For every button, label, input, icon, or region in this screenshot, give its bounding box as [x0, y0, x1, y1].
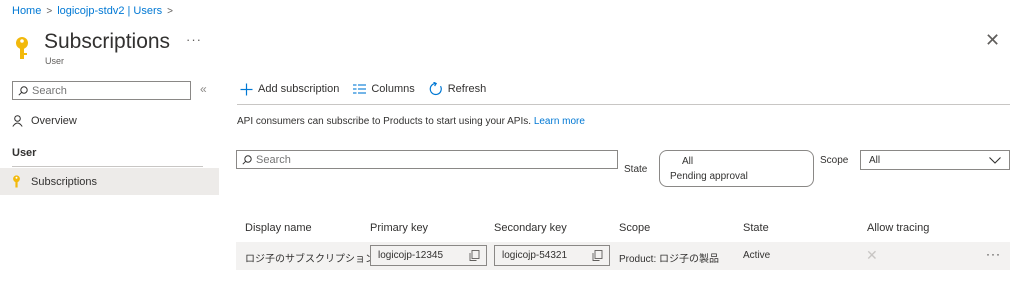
state-cell: Active [743, 250, 771, 261]
chevron-down-icon [989, 156, 1001, 164]
sidebar-item-overview[interactable]: Overview [12, 112, 77, 130]
state-option-all[interactable]: All [670, 154, 803, 169]
key-icon [16, 37, 28, 59]
key-icon [13, 175, 20, 188]
refresh-label: Refresh [447, 83, 487, 95]
sidebar-divider [12, 166, 203, 167]
close-icon[interactable]: ✕ [985, 30, 1000, 51]
person-icon [12, 115, 23, 127]
scope-selected-value: All [869, 154, 881, 166]
info-description: API consumers can subscribe to Products … [237, 116, 532, 127]
add-subscription-button[interactable]: Add subscription [240, 83, 339, 96]
columns-button[interactable]: Columns [353, 83, 415, 95]
toolbar: Add subscription Columns Refresh [240, 82, 486, 96]
scope-cell: Product: ロジ子の製品 [619, 254, 720, 265]
column-header-state[interactable]: State [743, 222, 769, 234]
breadcrumb: Home > logicojp-stdv2 | Users > [12, 5, 173, 17]
search-icon [242, 154, 252, 165]
tracing-disabled-icon: ✕ [866, 247, 878, 263]
sidebar-search-input[interactable] [32, 84, 182, 97]
scope-filter-label: Scope [820, 155, 849, 166]
sidebar-item-label: Overview [31, 115, 77, 127]
learn-more-link[interactable]: Learn more [534, 116, 585, 127]
column-header-allow-tracing[interactable]: Allow tracing [867, 222, 929, 234]
scope-filter-dropdown[interactable]: All [860, 150, 1010, 170]
sidebar-section-heading: User [12, 147, 37, 159]
primary-key-value: logicojp-12345 [378, 250, 444, 261]
breadcrumb-users[interactable]: logicojp-stdv2 | Users [57, 5, 162, 17]
display-name-cell: ロジ子のサブスクリプション [245, 254, 375, 265]
page-title: Subscriptions [44, 30, 171, 53]
sidebar-item-label: Subscriptions [31, 175, 98, 188]
copy-icon[interactable] [592, 250, 603, 261]
column-header-scope[interactable]: Scope [619, 222, 650, 234]
search-icon [18, 85, 28, 96]
plus-icon [240, 83, 253, 95]
state-option-pending[interactable]: Pending approval [670, 169, 803, 184]
refresh-button[interactable]: Refresh [429, 82, 487, 96]
info-text: API consumers can subscribe to Products … [237, 116, 585, 127]
secondary-key-field[interactable]: logicojp-54321 [494, 245, 610, 266]
breadcrumb-separator: > [167, 5, 173, 17]
row-more-options-icon[interactable]: ··· [986, 247, 1001, 261]
copy-icon[interactable] [469, 250, 480, 261]
subscriptions-search[interactable] [236, 150, 618, 169]
page-subtitle: User [45, 56, 65, 66]
state-filter-label: State [624, 164, 648, 175]
breadcrumb-home[interactable]: Home [12, 5, 41, 17]
primary-key-field[interactable]: logicojp-12345 [370, 245, 487, 266]
subscriptions-search-input[interactable] [256, 153, 606, 166]
collapse-sidebar-icon[interactable]: « [200, 82, 207, 96]
sidebar-item-subscriptions[interactable]: Subscriptions [0, 168, 219, 195]
sidebar-search[interactable] [12, 81, 191, 100]
breadcrumb-separator: > [46, 5, 53, 17]
add-subscription-label: Add subscription [258, 83, 340, 95]
column-header-display-name[interactable]: Display name [245, 222, 312, 234]
state-filter-listbox[interactable]: All Pending approval [659, 150, 814, 187]
toolbar-divider [237, 104, 1010, 105]
columns-icon [353, 84, 367, 94]
more-options-icon[interactable]: ··· [186, 32, 202, 47]
columns-label: Columns [371, 83, 415, 95]
refresh-icon [429, 82, 442, 96]
secondary-key-value: logicojp-54321 [502, 250, 568, 261]
column-header-primary-key[interactable]: Primary key [370, 222, 428, 234]
column-header-secondary-key[interactable]: Secondary key [494, 222, 567, 234]
